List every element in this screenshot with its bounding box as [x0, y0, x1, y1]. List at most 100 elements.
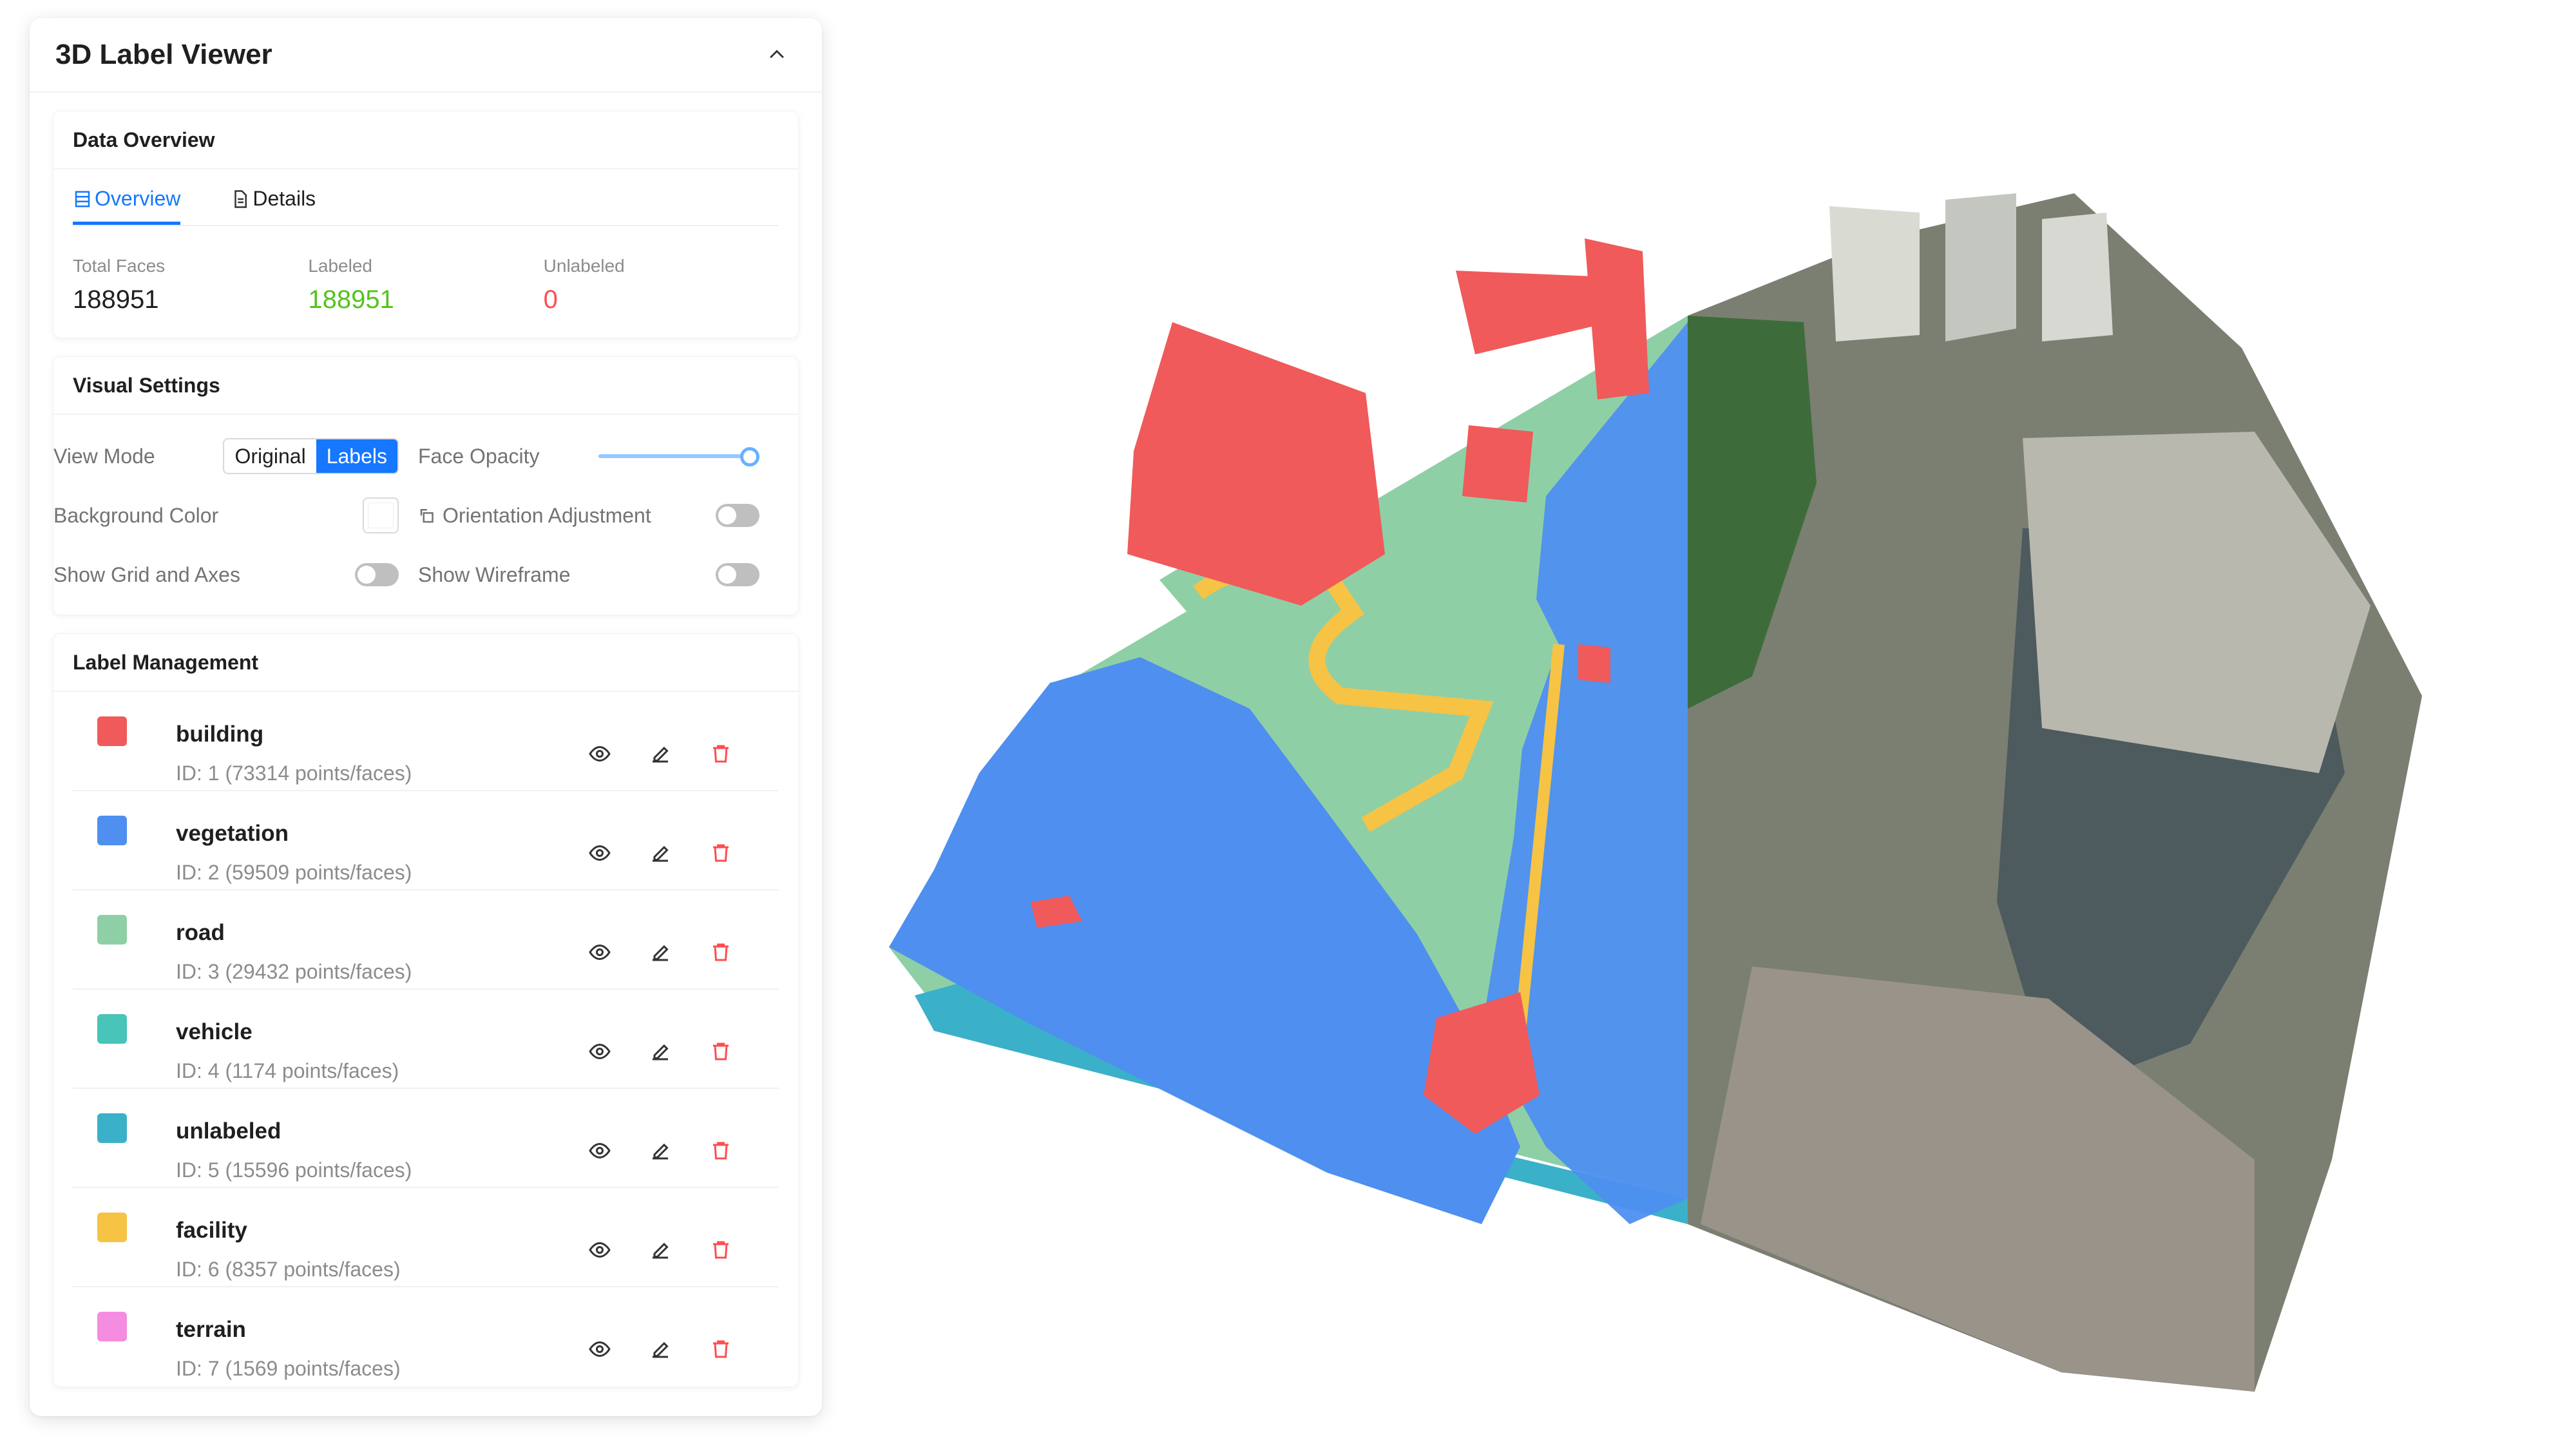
label-text: unlabeled ID: 5 (15596 points/faces) — [176, 1118, 412, 1182]
orientation-label-group: Orientation Adjustment — [418, 504, 651, 528]
label-id: ID: 3 (29432 points/faces) — [176, 960, 412, 983]
data-overview-card: Data Overview Overview Details Total Fac… — [53, 111, 799, 338]
stat-labeled: Labeled 188951 — [308, 256, 543, 314]
edit-icon[interactable] — [649, 1238, 672, 1262]
eye-icon[interactable] — [588, 1040, 611, 1063]
label-actions — [588, 1040, 732, 1063]
slider-handle[interactable] — [740, 447, 759, 466]
mesh-render[interactable] — [837, 193, 2448, 1417]
label-color-swatch[interactable] — [97, 1113, 127, 1143]
label-name: facility — [176, 1218, 247, 1243]
eye-icon[interactable] — [588, 941, 611, 964]
tower-roof — [2023, 432, 2371, 773]
tab-overview-label: Overview — [95, 187, 181, 210]
edit-icon[interactable] — [649, 1040, 672, 1063]
tab-details[interactable]: Details — [231, 187, 316, 225]
view-mode-labels[interactable]: Labels — [316, 439, 397, 473]
label-color-swatch[interactable] — [97, 1213, 127, 1242]
orientation-label: Orientation Adjustment — [443, 503, 651, 527]
panel-title: 3D Label Viewer — [55, 39, 272, 70]
background-color-picker[interactable] — [363, 497, 399, 533]
stat-label: Unlabeled — [543, 256, 625, 276]
stat-total-faces: Total Faces 188951 — [73, 256, 308, 314]
high-rise-3 — [2042, 213, 2113, 341]
label-item[interactable]: building ID: 1 (73314 points/faces) — [73, 692, 779, 791]
label-list: building ID: 1 (73314 points/faces) vegeta… — [53, 692, 798, 1387]
label-text: facility ID: 6 (8357 points/faces) — [176, 1218, 401, 1281]
label-item[interactable]: vehicle ID: 4 (1174 points/faces) — [73, 990, 779, 1089]
view-mode-original[interactable]: Original — [224, 439, 316, 473]
stats-row: Total Faces 188951 Labeled 188951 Unlabe… — [73, 226, 779, 338]
high-rise-1 — [1829, 206, 1920, 341]
face-opacity-slider[interactable] — [598, 446, 759, 466]
label-color-swatch[interactable] — [97, 1312, 127, 1341]
eye-icon[interactable] — [588, 841, 611, 865]
edit-icon[interactable] — [649, 941, 672, 964]
label-item[interactable]: vegetation ID: 2 (59509 points/faces) — [73, 791, 779, 890]
orientation-toggle[interactable] — [716, 504, 759, 527]
stat-unlabeled: Unlabeled 0 — [544, 256, 779, 314]
label-id: ID: 2 (59509 points/faces) — [176, 861, 412, 884]
edit-icon[interactable] — [649, 742, 672, 765]
label-item[interactable]: unlabeled ID: 5 (15596 points/faces) — [73, 1089, 779, 1188]
view-mode-label: View Mode — [53, 444, 155, 468]
label-color-swatch[interactable] — [97, 816, 127, 845]
label-name: terrain — [176, 1317, 246, 1342]
delete-icon[interactable] — [709, 1139, 732, 1162]
label-name: road — [176, 920, 225, 945]
edit-icon[interactable] — [649, 841, 672, 865]
3d-viewport[interactable] — [837, 193, 2448, 1417]
delete-icon[interactable] — [709, 1238, 732, 1262]
panel-header: 3D Label Viewer — [30, 18, 822, 93]
rotate-icon — [420, 509, 434, 523]
wireframe-toggle[interactable] — [716, 563, 759, 586]
chevron-up-icon — [770, 50, 784, 59]
label-management-card: Label Management building ID: 1 (73314 po… — [53, 633, 799, 1387]
label-id: ID: 4 (1174 points/faces) — [176, 1059, 399, 1082]
edit-icon[interactable] — [649, 1338, 672, 1361]
eye-icon[interactable] — [588, 742, 611, 765]
tab-details-label: Details — [253, 187, 316, 210]
delete-icon[interactable] — [709, 841, 732, 865]
stat-label: Total Faces — [73, 256, 166, 276]
label-management-title: Label Management — [53, 634, 798, 692]
overview-tabs: Overview Details — [73, 169, 779, 226]
label-actions — [588, 1238, 732, 1262]
grid-toggle[interactable] — [355, 563, 399, 586]
label-name: vegetation — [176, 821, 289, 846]
delete-icon[interactable] — [709, 1040, 732, 1063]
face-opacity-label: Face Opacity — [418, 444, 540, 468]
eye-icon[interactable] — [588, 1139, 611, 1162]
stat-value: 0 — [543, 285, 558, 314]
label-color-swatch[interactable] — [97, 716, 127, 746]
label-id: ID: 7 (1569 points/faces) — [176, 1357, 401, 1380]
label-actions — [588, 1139, 732, 1162]
delete-icon[interactable] — [709, 1338, 732, 1361]
delete-icon[interactable] — [709, 742, 732, 765]
label-text: vehicle ID: 4 (1174 points/faces) — [176, 1019, 399, 1083]
building-mid — [1462, 425, 1533, 503]
data-overview-title: Data Overview — [53, 111, 798, 169]
tab-overview[interactable]: Overview — [73, 187, 181, 225]
label-item[interactable]: terrain ID: 7 (1569 points/faces) — [73, 1287, 779, 1387]
grid-label: Show Grid and Axes — [53, 562, 240, 586]
eye-icon[interactable] — [588, 1238, 611, 1262]
stat-label: Labeled — [308, 256, 372, 276]
label-item[interactable]: facility ID: 6 (8357 points/faces) — [73, 1188, 779, 1287]
label-id: ID: 6 (8357 points/faces) — [176, 1258, 401, 1281]
delete-icon[interactable] — [709, 941, 732, 964]
view-mode-segmented: Original Labels — [223, 438, 399, 474]
eye-icon[interactable] — [588, 1338, 611, 1361]
label-item[interactable]: road ID: 3 (29432 points/faces) — [73, 890, 779, 990]
label-id: ID: 1 (73314 points/faces) — [176, 762, 412, 785]
collapse-button[interactable] — [758, 35, 796, 74]
building-main — [1127, 322, 1385, 606]
label-name: unlabeled — [176, 1118, 281, 1144]
edit-icon[interactable] — [649, 1139, 672, 1162]
visual-settings-card: Visual Settings View Mode Original Label… — [53, 356, 799, 615]
building-top — [1456, 271, 1610, 354]
label-color-swatch[interactable] — [97, 915, 127, 945]
label-actions — [588, 1338, 732, 1361]
label-color-swatch[interactable] — [97, 1014, 127, 1044]
label-text: terrain ID: 7 (1569 points/faces) — [176, 1317, 401, 1381]
